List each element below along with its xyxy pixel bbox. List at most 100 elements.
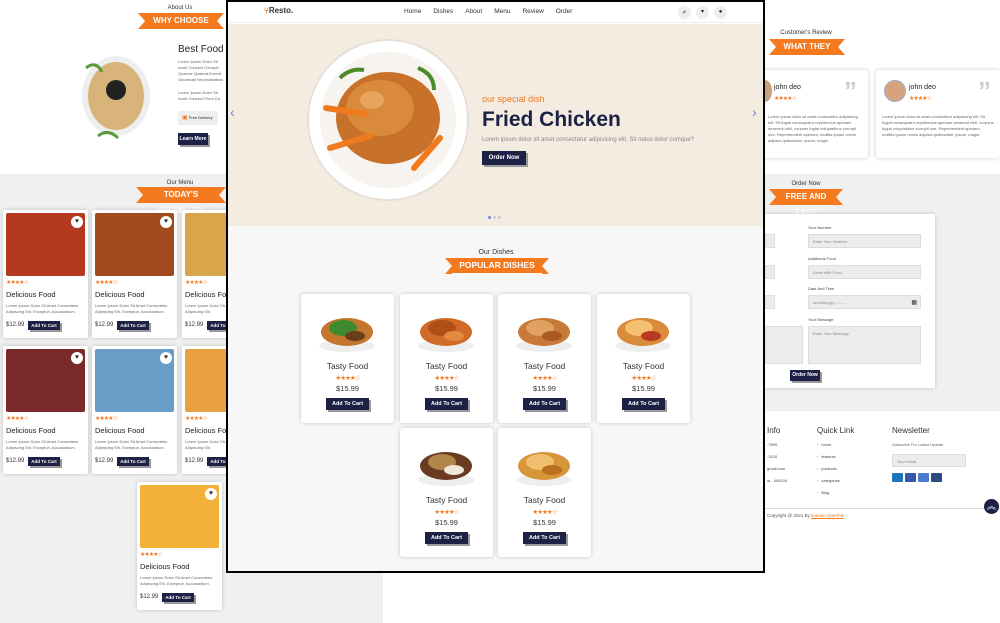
browser-window: ⑂Resto. Home Dishes About Menu Review Or… [226,0,765,573]
left-input-1[interactable] [765,234,775,248]
dumplings-plate-image [78,48,156,144]
dish-add-to-cart-button[interactable]: Add To Cart [425,398,468,410]
dish-add-to-cart-button[interactable]: Add To Cart [523,398,566,410]
dish-stars: ★★★★☆ [434,375,459,382]
footer-divider-top [765,410,1000,411]
dish-card: Tasty Food ★★★★☆ $15.99 Add To Cart [597,294,690,423]
dish-add-to-cart-button[interactable]: Add To Cart [425,532,468,544]
slider-dot[interactable] [488,216,491,219]
heart-icon[interactable]: ♥ [160,352,172,364]
hero-order-now-button[interactable]: Order Now [482,151,526,165]
left-input-3[interactable] [765,295,775,309]
menu-add-to-cart-button[interactable]: Add To Cart [162,593,194,602]
quick-link-home[interactable]: › home [817,442,867,454]
quick-link-products[interactable]: › products [817,466,867,478]
nav-about[interactable]: About [465,8,482,15]
additional-food-input[interactable]: Extra With Food [808,265,921,279]
logo-text: Resto. [268,6,294,15]
about-small-title: About Us [167,5,193,11]
menu-desc: Lorem Ipsum Dolor Sit Amet Consectetur A… [6,303,79,314]
heart-icon[interactable]: ♥ [205,488,217,500]
menu-add-to-cart-button[interactable]: Add To Cart [117,321,149,330]
order-now-form-button[interactable]: Order Now [790,370,820,381]
nav-order[interactable]: Order [556,8,573,15]
menu-desc: Lorem Ipsum Dolor Sit Amet Consectetur A… [95,303,168,314]
menu-card: ♥ ★★★★☆ Delicious Food Lorem Ipsum Dolor… [3,346,88,474]
footer-contact-heading: Info [767,426,781,435]
quick-link-categories[interactable]: › categories [817,478,867,490]
next-arrow-icon[interactable]: › [752,104,757,120]
cart-icon[interactable]: ▾ [696,6,709,19]
calendar-icon[interactable]: ▦ [911,299,917,306]
menu-price: $12.99 [95,458,114,464]
menu-stars: ★★★★☆ [185,280,208,286]
dish-card: Tasty Food ★★★★☆ $15.99 Add To Cart [400,294,493,423]
menu-card: ♥ ★★★★☆ Delicious Food Lorem Ipsum Dolor… [137,482,222,610]
slider-dot[interactable] [498,216,501,219]
quote-icon: ” [978,76,991,106]
menu-add-to-cart-button[interactable]: Add To Cart [117,457,149,466]
dish-add-to-cart-button[interactable]: Add To Cart [622,398,665,410]
copyright: Copyright @ 2021 By keenan sharchik [767,513,844,518]
about-para-1: Lorem Ipsum Dolor Sit Amet Consect Corru… [178,59,224,82]
order-ribbon: FREE AND FAST [769,189,843,217]
message-textarea[interactable]: Enter Your Message [808,326,921,364]
menu-add-to-cart-button[interactable]: Add To Cart [28,321,60,330]
dish-stars: ★★★★☆ [532,509,557,516]
logo[interactable]: ⑂Resto. [264,6,293,15]
dish-add-to-cart-button[interactable]: Add To Cart [523,532,566,544]
dish-stars: ★★★★☆ [532,375,557,382]
quick-link-features[interactable]: › features [817,454,867,466]
dish-price: $15.99 [533,518,556,527]
footer-quick-heading: Quick Link [817,426,855,435]
payment-icons [892,473,942,482]
menu-card: ♥ ★★★★☆ Delicious Food Lorem Ipsum Dolor… [92,346,177,474]
nav-links: Home Dishes About Menu Review Order [404,8,572,15]
heart-icon[interactable]: ♥ [71,216,83,228]
left-input-4[interactable] [765,326,803,364]
learn-more-button[interactable]: Learn More [178,133,208,145]
menu-title: Delicious Food [95,290,145,299]
navbar: ⑂Resto. Home Dishes About Menu Review Or… [228,2,763,23]
newsletter-email-input[interactable]: Your Email [892,454,966,467]
footer-news-text: Subscribe For Latest Update [892,442,943,447]
date-time-input[interactable]: mm/dd/yyyy --:-- -- ▦ [808,295,921,309]
menu-add-to-cart-button[interactable]: Add To Cart [28,457,60,466]
roast-chicken-plate-image [306,38,470,202]
menu-title: Delicious Food [140,562,190,571]
footer-quick-list: › home › features › products › categories › B… [817,442,867,502]
dish-add-to-cart-button[interactable]: Add To Cart [326,398,369,410]
menu-price: $12.99 [6,458,25,464]
quick-link-blog[interactable]: › Blog [817,490,867,502]
pizza-icon [611,304,676,354]
dish-title: Tasty Food [622,361,665,371]
date-placeholder: mm/dd/yyyy --:-- -- [813,300,846,305]
dish-price: $15.99 [435,518,458,527]
heart-icon[interactable]: ♥ [160,216,172,228]
menu-stars: ★★★★☆ [140,552,163,558]
nav-review[interactable]: Review [522,8,543,15]
menu-small-title: Our Menu [166,180,194,186]
about-para-2: Lorem Ipsum Dolor Sit Amet Consect Porro… [178,90,221,103]
copyright-link[interactable]: keenan sharchik [811,513,844,518]
menu-stars: ★★★★☆ [6,416,29,422]
hero-slider: ‹ › our special dish Fried Chicken Lorem… [228,24,763,226]
prev-arrow-icon[interactable]: ‹ [230,104,235,120]
user-icon[interactable]: ● [714,6,727,19]
menu-title: Delicious Food [95,426,145,435]
your-number-input[interactable]: Enter Your Number [808,234,921,248]
copyright-text: Copyright @ 2021 By [767,513,810,518]
left-input-2[interactable] [765,265,775,279]
dishes-small-title: Our Dishes [478,249,514,256]
dish-stars: ★★★★☆ [434,509,459,516]
menu-price: $12.99 [6,322,25,328]
nav-menu[interactable]: Menu [494,8,510,15]
heart-icon[interactable]: ♥ [71,352,83,364]
nav-dishes[interactable]: Dishes [433,8,453,15]
scroll-top-button[interactable]: ︽ [984,499,999,514]
mastercard-icon [918,473,929,482]
search-icon[interactable]: ⌕ [678,6,691,19]
slider-dot[interactable] [493,216,496,219]
nav-home[interactable]: Home [404,8,421,15]
menu-desc: Lorem Ipsum Dolor Sit Amet Consectetur A… [140,575,213,586]
